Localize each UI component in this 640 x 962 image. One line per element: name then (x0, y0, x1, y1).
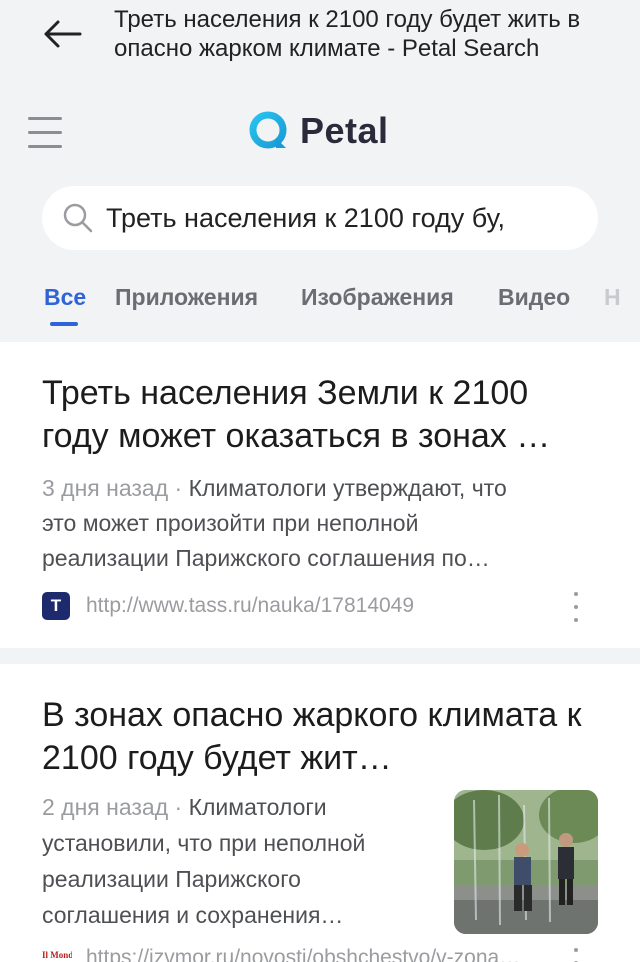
snippet-line: реализации Парижского (42, 866, 301, 892)
search-icon (63, 203, 93, 233)
page-title: Треть населения к 2100 году будет жить в… (114, 6, 581, 62)
search-input[interactable] (106, 202, 566, 234)
result-date: 3 дня назад (42, 475, 169, 501)
result-source[interactable]: Il Monde https://izvmor.ru/novosti/obshc… (42, 946, 520, 962)
petal-logo[interactable]: Petal (248, 110, 389, 152)
result-date: 2 дня назад (42, 794, 169, 820)
snippet-line: соглашения и сохранения… (42, 902, 344, 928)
category-tabs: Все Приложения Изображения Видео Н (0, 270, 640, 340)
result-snippet: 3 дня назад · Климатологи утверждают, чт… (42, 475, 507, 501)
snippet-line: это может произойти при неполной (42, 510, 419, 536)
menu-icon-line (28, 144, 62, 148)
search-bar[interactable] (42, 186, 598, 250)
snippet-line: Климатологи (188, 794, 327, 820)
dot (574, 605, 578, 609)
more-options-button[interactable] (566, 948, 586, 962)
snippet-line: установили, что при неполной (42, 830, 366, 856)
active-tab-indicator (50, 322, 78, 326)
izvmor-favicon: Il Monde (42, 950, 72, 960)
logo-text: Petal (300, 110, 389, 151)
tab-apps[interactable]: Приложения (115, 284, 258, 311)
tab-video[interactable]: Видео (498, 284, 570, 311)
menu-button[interactable] (28, 112, 68, 152)
result-thumbnail[interactable] (454, 790, 598, 934)
menu-icon-line (28, 130, 62, 134)
result-source[interactable]: Т http://www.tass.ru/nauka/17814049 (42, 592, 414, 620)
petal-logo-icon (249, 111, 287, 149)
dot (574, 948, 578, 952)
dot (574, 618, 578, 622)
more-options-button[interactable] (566, 592, 586, 622)
result-snippet: 2 дня назад · Климатологи (42, 794, 327, 820)
result-title[interactable]: В зонах опасно жаркого климата к 2100 го… (42, 694, 602, 780)
dot (574, 592, 578, 596)
tab-images[interactable]: Изображения (301, 284, 454, 311)
result-url[interactable]: http://www.tass.ru/nauka/17814049 (86, 594, 414, 618)
menu-icon-line (28, 116, 62, 120)
fountain-photo-image (454, 790, 598, 934)
arrow-left-icon (44, 20, 82, 48)
snippet-line: реализации Парижского соглашения по… (42, 545, 490, 571)
search-result[interactable]: В зонах опасно жаркого климата к 2100 го… (0, 664, 640, 962)
result-url[interactable]: https://izvmor.ru/novosti/obshchestvo/v-… (86, 946, 520, 962)
top-bar: Треть населения к 2100 году будет жить в… (0, 0, 640, 80)
tab-all[interactable]: Все (44, 284, 86, 311)
back-button[interactable] (36, 14, 88, 54)
tab-news-partial[interactable]: Н (604, 284, 640, 311)
result-title[interactable]: Треть населения Земли к 2100 году может … (42, 372, 602, 458)
tass-favicon: Т (42, 592, 70, 620)
snippet-line: Климатологи утверждают, что (188, 475, 507, 501)
search-result[interactable]: Треть населения Земли к 2100 году может … (0, 342, 640, 648)
